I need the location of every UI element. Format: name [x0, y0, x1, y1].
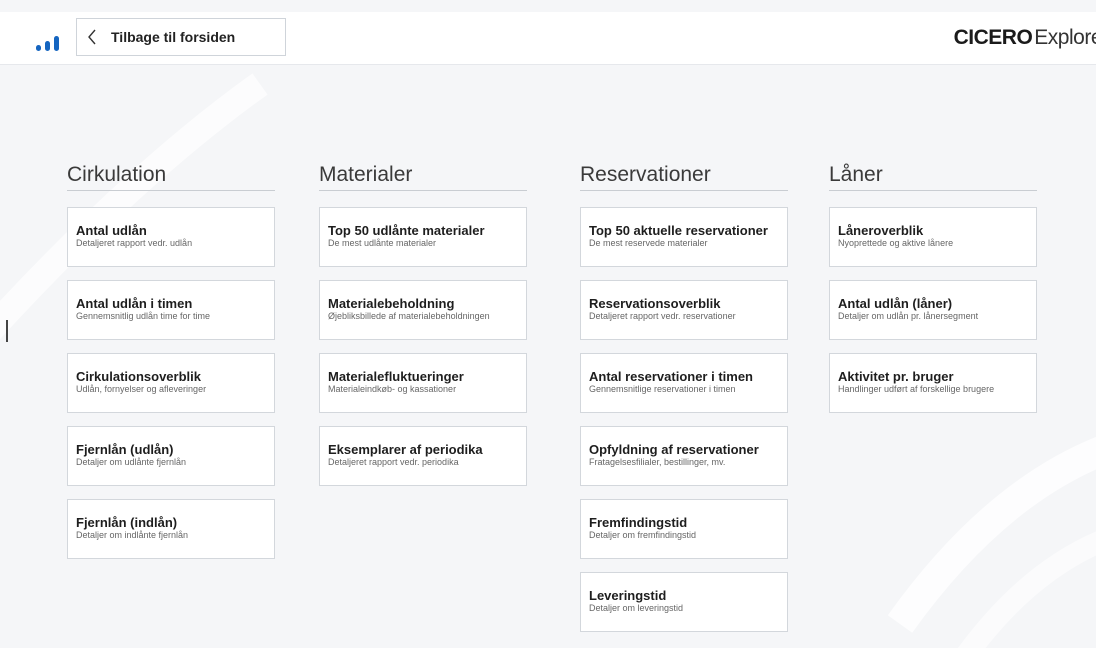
- card-subtitle: Detaljer om udlånte fjernlån: [76, 457, 187, 467]
- column-title: Låner: [829, 163, 883, 186]
- card-title: Aktivitet pr. bruger: [838, 369, 954, 384]
- card-subtitle: Gennemsnitlige reservationer i timen: [589, 384, 736, 394]
- card-title: Top 50 aktuelle reservationer: [589, 223, 768, 238]
- column-divider: [580, 190, 788, 191]
- report-card-antal-udlaan-laaner[interactable]: Antal udlån (låner) Detaljer om udlån pr…: [829, 280, 1037, 340]
- card-subtitle: Materialeindkøb- og kassationer: [328, 384, 457, 394]
- card-subtitle: Detaljer om leveringstid: [589, 603, 684, 613]
- brand-name-strong: CICERO: [953, 26, 1033, 49]
- column-laaner: Låner Låneroverblik Nyoprettede og aktiv…: [829, 160, 1037, 426]
- report-card-fremfindingstid[interactable]: Fremfindingstid Detaljer om fremfindings…: [580, 499, 788, 559]
- report-card-leveringstid[interactable]: Leveringstid Detaljer om leveringstid: [580, 572, 788, 632]
- card-subtitle: Gennemsnitlig udlån time for time: [76, 311, 211, 321]
- card-title: Eksemplarer af periodika: [328, 442, 483, 457]
- card-title: Fjernlån (indlån): [76, 515, 178, 530]
- column-title: Reservationer: [580, 163, 711, 186]
- back-button-label: Tilbage til forsiden: [111, 29, 236, 45]
- back-to-frontpage-button[interactable]: Tilbage til forsiden: [76, 18, 286, 56]
- card-subtitle: Udlån, fornyelser og afleveringer: [76, 384, 207, 394]
- chevron-left-icon: [87, 28, 107, 46]
- card-title: Antal reservationer i timen: [589, 369, 753, 384]
- column-materialer: Materialer Top 50 udlånte materialer De …: [319, 160, 527, 499]
- column-divider: [67, 190, 275, 191]
- column-reservationer: Reservationer Top 50 aktuelle reservatio…: [580, 160, 788, 645]
- brand-name-light: Explore: [1034, 26, 1096, 49]
- report-card-fjernlaan-udlaan[interactable]: Fjernlån (udlån) Detaljer om udlånte fje…: [67, 426, 275, 486]
- report-card-opfyldning-af-reservationer[interactable]: Opfyldning af reservationer Fratagelsesf…: [580, 426, 788, 486]
- report-card-eksemplarer-af-periodika[interactable]: Eksemplarer af periodika Detaljeret rapp…: [319, 426, 527, 486]
- column-cirkulation: Cirkulation Antal udlån Detaljeret rappo…: [67, 160, 275, 572]
- cicero-logo-icon[interactable]: [34, 34, 64, 52]
- card-title: Antal udlån: [76, 223, 147, 238]
- report-card-top-50-reservationer[interactable]: Top 50 aktuelle reservationer De mest re…: [580, 207, 788, 267]
- card-subtitle: Detaljer om udlån pr. lånersegment: [838, 311, 979, 321]
- column-divider: [829, 190, 1037, 191]
- column-title: Cirkulation: [67, 163, 167, 186]
- card-title: Materialebeholdning: [328, 296, 455, 311]
- card-title: Cirkulationsoverblik: [76, 369, 201, 384]
- report-card-antal-udlaan[interactable]: Antal udlån Detaljeret rapport vedr. udl…: [67, 207, 275, 267]
- card-title: Antal udlån i timen: [76, 296, 193, 311]
- card-subtitle: Detaljeret rapport vedr. reservationer: [589, 311, 736, 321]
- column-title: Materialer: [319, 163, 413, 186]
- report-card-fjernlaan-indlaan[interactable]: Fjernlån (indlån) Detaljer om indlånte f…: [67, 499, 275, 559]
- card-title: Top 50 udlånte materialer: [328, 223, 485, 238]
- report-card-materialebeholdning[interactable]: Materialebeholdning Øjebliksbillede af m…: [319, 280, 527, 340]
- report-card-top-50-udlaante[interactable]: Top 50 udlånte materialer De mest udlånt…: [319, 207, 527, 267]
- card-subtitle: Detaljer om indlånte fjernlån: [76, 530, 189, 540]
- card-title: Fjernlån (udlån): [76, 442, 174, 457]
- top-bar: Tilbage til forsiden CICEROExplore: [0, 12, 1096, 65]
- card-title: Reservationsoverblik: [589, 296, 721, 311]
- card-title: Opfyldning af reservationer: [589, 442, 759, 457]
- card-subtitle: Detaljer om fremfindingstid: [589, 530, 697, 540]
- window-edge-marker: [6, 320, 8, 342]
- card-subtitle: Fratagelsesfilialer, bestillinger, mv.: [589, 457, 726, 467]
- report-card-reservationsoverblik[interactable]: Reservationsoverblik Detaljeret rapport …: [580, 280, 788, 340]
- card-subtitle: Øjebliksbillede af materialebeholdningen: [328, 311, 490, 321]
- card-title: Låneroverblik: [838, 223, 924, 238]
- report-card-cirkulationsoverblik[interactable]: Cirkulationsoverblik Udlån, fornyelser o…: [67, 353, 275, 413]
- card-subtitle: Nyoprettede og aktive lånere: [838, 238, 954, 248]
- card-subtitle: Handlinger udført af forskellige brugere: [838, 384, 995, 394]
- card-subtitle: De mest udlånte materialer: [328, 238, 437, 248]
- card-title: Antal udlån (låner): [838, 296, 953, 311]
- card-title: Materialefluktueringer: [328, 369, 464, 384]
- report-card-laaneroverblik[interactable]: Låneroverblik Nyoprettede og aktive låne…: [829, 207, 1037, 267]
- report-card-aktivitet-pr-bruger[interactable]: Aktivitet pr. bruger Handlinger udført a…: [829, 353, 1037, 413]
- report-card-materialefluktueringer[interactable]: Materialefluktueringer Materialeindkøb- …: [319, 353, 527, 413]
- brand-logo: CICEROExplore: [954, 26, 1096, 50]
- card-title: Fremfindingstid: [589, 515, 688, 530]
- report-card-antal-reservationer-i-timen[interactable]: Antal reservationer i timen Gennemsnitli…: [580, 353, 788, 413]
- card-subtitle: Detaljeret rapport vedr. periodika: [328, 457, 459, 467]
- card-subtitle: De mest reservede materialer: [589, 238, 708, 248]
- report-card-antal-udlaan-i-timen[interactable]: Antal udlån i timen Gennemsnitlig udlån …: [67, 280, 275, 340]
- card-title: Leveringstid: [589, 588, 667, 603]
- card-subtitle: Detaljeret rapport vedr. udlån: [76, 238, 193, 248]
- column-divider: [319, 190, 527, 191]
